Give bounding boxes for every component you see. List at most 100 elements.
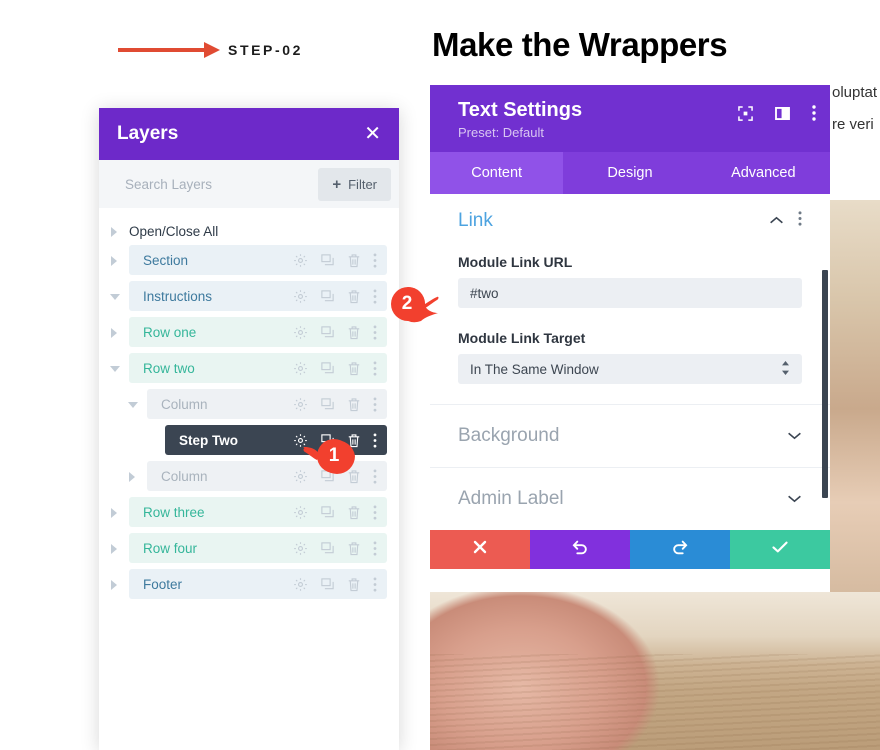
chevron-down-icon[interactable] xyxy=(110,292,120,301)
chevron-up-icon[interactable] xyxy=(769,212,784,230)
panel-preset[interactable]: Preset: Default xyxy=(458,125,812,140)
trash-icon[interactable] xyxy=(347,361,361,376)
chevron-down-icon[interactable] xyxy=(128,400,138,409)
gear-icon[interactable] xyxy=(293,397,308,412)
tab-content[interactable]: Content xyxy=(430,152,564,194)
open-close-all-row[interactable]: Open/Close All xyxy=(99,218,399,245)
link-section: Link Module Link URL #two Module Link Ta… xyxy=(430,194,830,404)
panel-scrollbar[interactable] xyxy=(822,270,828,498)
more-vertical-icon[interactable] xyxy=(373,396,377,412)
layer-row[interactable]: Row three xyxy=(99,497,399,527)
duplicate-icon[interactable] xyxy=(320,505,335,520)
layer-row-bar[interactable]: Row three xyxy=(129,497,387,527)
undo-button[interactable] xyxy=(530,530,630,569)
chevron-right-icon[interactable] xyxy=(128,471,137,482)
callout-number-1: 1 xyxy=(328,445,340,466)
more-vertical-icon[interactable] xyxy=(373,324,377,340)
duplicate-icon[interactable] xyxy=(320,325,335,340)
layer-row[interactable]: Footer xyxy=(99,569,399,599)
layer-row[interactable]: Instructions xyxy=(99,281,399,311)
more-vertical-icon[interactable] xyxy=(373,252,377,268)
filter-button[interactable]: + Filter xyxy=(318,167,391,201)
undo-icon xyxy=(571,538,589,561)
chevron-right-icon[interactable] xyxy=(110,255,119,266)
chevron-right-icon[interactable] xyxy=(110,579,119,590)
duplicate-icon[interactable] xyxy=(320,397,335,412)
duplicate-icon[interactable] xyxy=(320,361,335,376)
gear-icon[interactable] xyxy=(293,505,308,520)
layers-modal: Layers ✕ Search Layers + Filter Open/Clo… xyxy=(99,108,399,750)
chevron-down-icon[interactable] xyxy=(787,427,802,445)
layer-row-label: Instructions xyxy=(143,288,213,304)
gear-icon[interactable] xyxy=(293,325,308,340)
layer-row-bar[interactable]: Row two xyxy=(129,353,387,383)
layers-search-bar: Search Layers + Filter xyxy=(99,160,399,208)
link-section-header[interactable]: Link xyxy=(458,210,802,232)
layer-row-bar[interactable]: Row four xyxy=(129,533,387,563)
more-vertical-icon[interactable] xyxy=(373,576,377,592)
layer-row-icons xyxy=(293,396,377,412)
duplicate-icon[interactable] xyxy=(320,577,335,592)
layer-row[interactable]: Row two xyxy=(99,353,399,383)
layer-row-bar[interactable]: Column xyxy=(147,389,387,419)
more-vertical-icon[interactable] xyxy=(812,105,816,126)
gear-icon[interactable] xyxy=(293,541,308,556)
module-link-url-input[interactable]: #two xyxy=(458,278,802,308)
section-background[interactable]: Background xyxy=(430,404,830,467)
trash-icon[interactable] xyxy=(347,325,361,340)
layer-row[interactable]: Section xyxy=(99,245,399,275)
duplicate-icon[interactable] xyxy=(320,253,335,268)
section-admin-label[interactable]: Admin Label xyxy=(430,467,830,530)
layer-row-bar[interactable]: Row one xyxy=(129,317,387,347)
layer-row-bar[interactable]: Footer xyxy=(129,569,387,599)
save-button[interactable] xyxy=(730,530,830,569)
gear-icon[interactable] xyxy=(293,253,308,268)
more-vertical-icon[interactable] xyxy=(373,288,377,304)
cancel-button[interactable] xyxy=(430,530,530,569)
trash-icon[interactable] xyxy=(347,253,361,268)
more-vertical-icon[interactable] xyxy=(798,211,802,231)
trash-icon[interactable] xyxy=(347,289,361,304)
search-input[interactable]: Search Layers xyxy=(125,177,212,192)
trash-icon[interactable] xyxy=(347,505,361,520)
duplicate-icon[interactable] xyxy=(320,541,335,556)
open-close-all-label: Open/Close All xyxy=(129,224,219,239)
more-vertical-icon[interactable] xyxy=(373,504,377,520)
link-section-title: Link xyxy=(458,210,493,231)
chevron-down-icon[interactable] xyxy=(110,364,120,373)
chevron-right-icon xyxy=(110,227,119,237)
panel-body: Link Module Link URL #two Module Link Ta… xyxy=(430,194,830,569)
close-icon[interactable]: ✕ xyxy=(364,124,381,144)
chevron-right-icon[interactable] xyxy=(110,507,119,518)
layer-row[interactable]: Row four xyxy=(99,533,399,563)
duplicate-icon[interactable] xyxy=(320,289,335,304)
background-text-line1: oluptat xyxy=(832,84,878,101)
layer-row[interactable]: Column xyxy=(99,389,399,419)
chevron-down-icon[interactable] xyxy=(787,490,802,508)
more-vertical-icon[interactable] xyxy=(373,432,377,448)
layer-row[interactable]: Row one xyxy=(99,317,399,347)
gear-icon[interactable] xyxy=(293,289,308,304)
gear-icon[interactable] xyxy=(293,361,308,376)
more-vertical-icon[interactable] xyxy=(373,540,377,556)
section-title: Background xyxy=(458,425,560,446)
gear-icon[interactable] xyxy=(293,577,308,592)
focus-icon[interactable] xyxy=(738,105,753,126)
layers-title: Layers xyxy=(117,123,179,144)
redo-button[interactable] xyxy=(630,530,730,569)
tab-advanced[interactable]: Advanced xyxy=(697,152,830,194)
layer-row-icons xyxy=(293,504,377,520)
step-header: STEP-02 xyxy=(118,42,303,58)
more-vertical-icon[interactable] xyxy=(373,468,377,484)
chevron-right-icon[interactable] xyxy=(110,543,119,554)
trash-icon[interactable] xyxy=(347,577,361,592)
trash-icon[interactable] xyxy=(347,541,361,556)
layer-row-bar[interactable]: Instructions xyxy=(129,281,387,311)
layout-icon[interactable] xyxy=(775,106,790,125)
tab-design[interactable]: Design xyxy=(563,152,696,194)
more-vertical-icon[interactable] xyxy=(373,360,377,376)
chevron-right-icon[interactable] xyxy=(110,327,119,338)
layer-row-bar[interactable]: Section xyxy=(129,245,387,275)
trash-icon[interactable] xyxy=(347,397,361,412)
module-link-target-select[interactable]: In The Same Window xyxy=(458,354,802,384)
